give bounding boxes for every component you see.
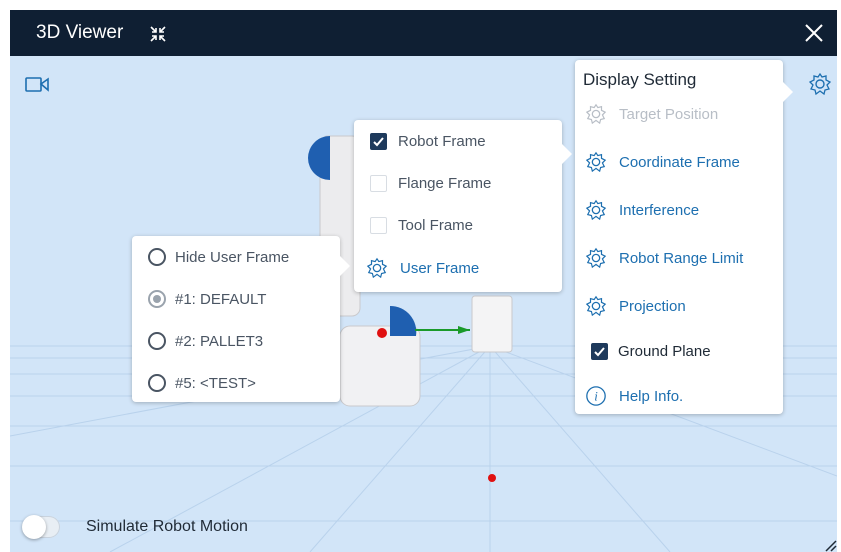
menu-item-coordinate-frame[interactable]: Coordinate Frame bbox=[575, 140, 740, 184]
option-label: #5: <TEST> bbox=[175, 374, 256, 392]
simulate-toggle[interactable] bbox=[22, 515, 60, 539]
option-label: Tool Frame bbox=[398, 216, 474, 234]
video-camera-icon[interactable] bbox=[24, 74, 52, 94]
menu-item-label: Interference bbox=[619, 201, 700, 219]
menu-item-interference[interactable]: Interference bbox=[575, 188, 699, 232]
option-label: Robot Frame bbox=[398, 132, 486, 150]
menu-item-label: Projection bbox=[619, 297, 686, 315]
panel-title: Display Setting bbox=[583, 70, 697, 89]
menu-item-robot-range-limit[interactable]: Robot Range Limit bbox=[575, 236, 743, 280]
display-settings-gear-icon[interactable] bbox=[808, 72, 832, 96]
simulate-robot-motion[interactable]: Simulate Robot Motion bbox=[22, 515, 248, 539]
radio-button[interactable] bbox=[148, 248, 166, 266]
radio-test[interactable]: #5: <TEST> bbox=[148, 372, 256, 394]
radio-default[interactable]: #1: DEFAULT bbox=[148, 288, 266, 310]
window-title: 3D Viewer bbox=[36, 22, 124, 43]
radio-button[interactable] bbox=[148, 332, 166, 350]
menu-item-label: Help Info. bbox=[619, 387, 684, 405]
menu-item-target-position: Target Position bbox=[575, 92, 718, 136]
checkbox-ground-plane[interactable]: Ground Plane bbox=[591, 340, 711, 362]
menu-item-label: Coordinate Frame bbox=[619, 153, 740, 171]
checkbox[interactable] bbox=[370, 174, 387, 192]
3d-viewport[interactable]: Hide User Frame #1: DEFAULT #2: PALLET3 … bbox=[10, 56, 837, 552]
gear-icon bbox=[585, 151, 607, 173]
gear-icon bbox=[585, 199, 607, 221]
close-icon[interactable] bbox=[801, 20, 827, 46]
toggle-knob[interactable] bbox=[22, 515, 46, 539]
gear-icon bbox=[366, 257, 388, 279]
option-label: Flange Frame bbox=[398, 174, 492, 192]
user-frame-panel: Hide User Frame #1: DEFAULT #2: PALLET3 … bbox=[132, 236, 350, 402]
menu-item-projection[interactable]: Projection bbox=[575, 284, 686, 328]
checkbox-flange-frame[interactable]: Flange Frame bbox=[370, 172, 491, 194]
panel-pointer bbox=[340, 256, 350, 276]
radio-pallet3[interactable]: #2: PALLET3 bbox=[148, 330, 263, 352]
collapse-arrows-icon[interactable] bbox=[148, 24, 168, 44]
title-bar: 3D Viewer bbox=[10, 10, 837, 56]
option-label: Hide User Frame bbox=[175, 248, 290, 266]
viewer-window: 3D Viewer Hide User Frame #1: DEFAULT #2… bbox=[10, 10, 837, 552]
option-label: Ground Plane bbox=[618, 342, 711, 360]
checkbox[interactable] bbox=[370, 132, 387, 150]
gear-icon bbox=[585, 103, 607, 125]
user-frame-item[interactable]: User Frame bbox=[366, 256, 479, 280]
checkbox-robot-frame[interactable]: Robot Frame bbox=[370, 130, 486, 152]
panel-pointer bbox=[562, 144, 572, 164]
option-label: #2: PALLET3 bbox=[175, 332, 264, 350]
option-label: #1: DEFAULT bbox=[175, 290, 267, 308]
gear-icon bbox=[585, 247, 607, 269]
checkmark-icon bbox=[594, 346, 605, 356]
info-icon: i bbox=[586, 386, 606, 406]
checkmark-icon bbox=[373, 136, 384, 146]
menu-item-label: Robot Range Limit bbox=[619, 249, 744, 267]
menu-item-label: Target Position bbox=[619, 105, 719, 123]
radio-hide-user-frame[interactable]: Hide User Frame bbox=[148, 246, 289, 268]
panel-pointer bbox=[783, 82, 793, 102]
svg-text:i: i bbox=[594, 390, 598, 404]
resize-handle-icon[interactable] bbox=[822, 537, 837, 552]
radio-button[interactable] bbox=[148, 374, 166, 392]
gear-icon bbox=[585, 295, 607, 317]
checkbox[interactable] bbox=[591, 342, 608, 360]
checkbox-tool-frame[interactable]: Tool Frame bbox=[370, 214, 473, 236]
option-label: User Frame bbox=[400, 259, 480, 277]
display-setting-panel: Display Setting Target Position Coordina… bbox=[575, 60, 793, 414]
simulate-label: Simulate Robot Motion bbox=[86, 518, 248, 535]
coordinate-frame-panel: Robot Frame Flange Frame Tool Frame User… bbox=[354, 120, 572, 292]
menu-item-help-info[interactable]: i Help Info. bbox=[575, 374, 683, 418]
checkbox[interactable] bbox=[370, 216, 387, 234]
radio-button[interactable] bbox=[148, 290, 166, 308]
